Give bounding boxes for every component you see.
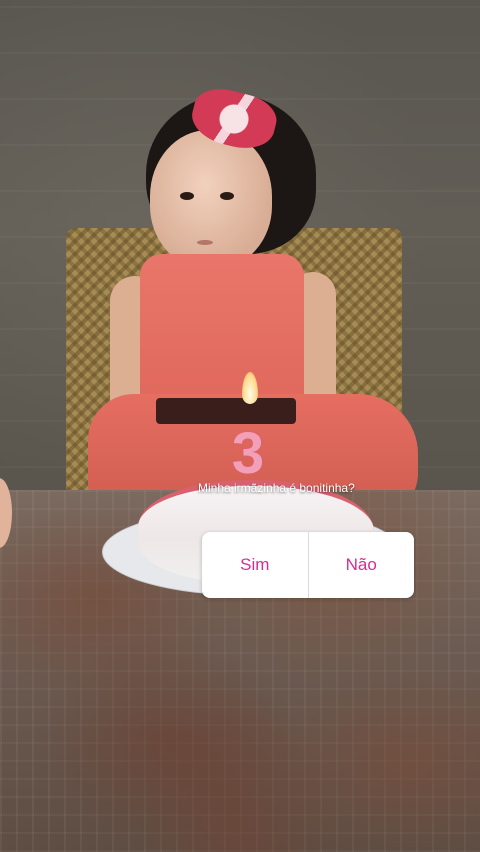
dress-belt (156, 398, 296, 424)
right-eye (220, 192, 234, 200)
poll-option-sim[interactable]: Sim (202, 532, 308, 598)
poll-question: Minha irmãzinha é bonitinha? (198, 481, 355, 495)
dress-top (140, 254, 304, 406)
poll-options: Sim Não (202, 532, 414, 598)
mouth (197, 240, 213, 245)
number-candle: 3 (231, 421, 265, 486)
left-eye (180, 192, 194, 200)
poll-option-nao[interactable]: Não (309, 532, 415, 598)
girl-face (150, 130, 272, 268)
story-photo: 3 (0, 0, 480, 852)
